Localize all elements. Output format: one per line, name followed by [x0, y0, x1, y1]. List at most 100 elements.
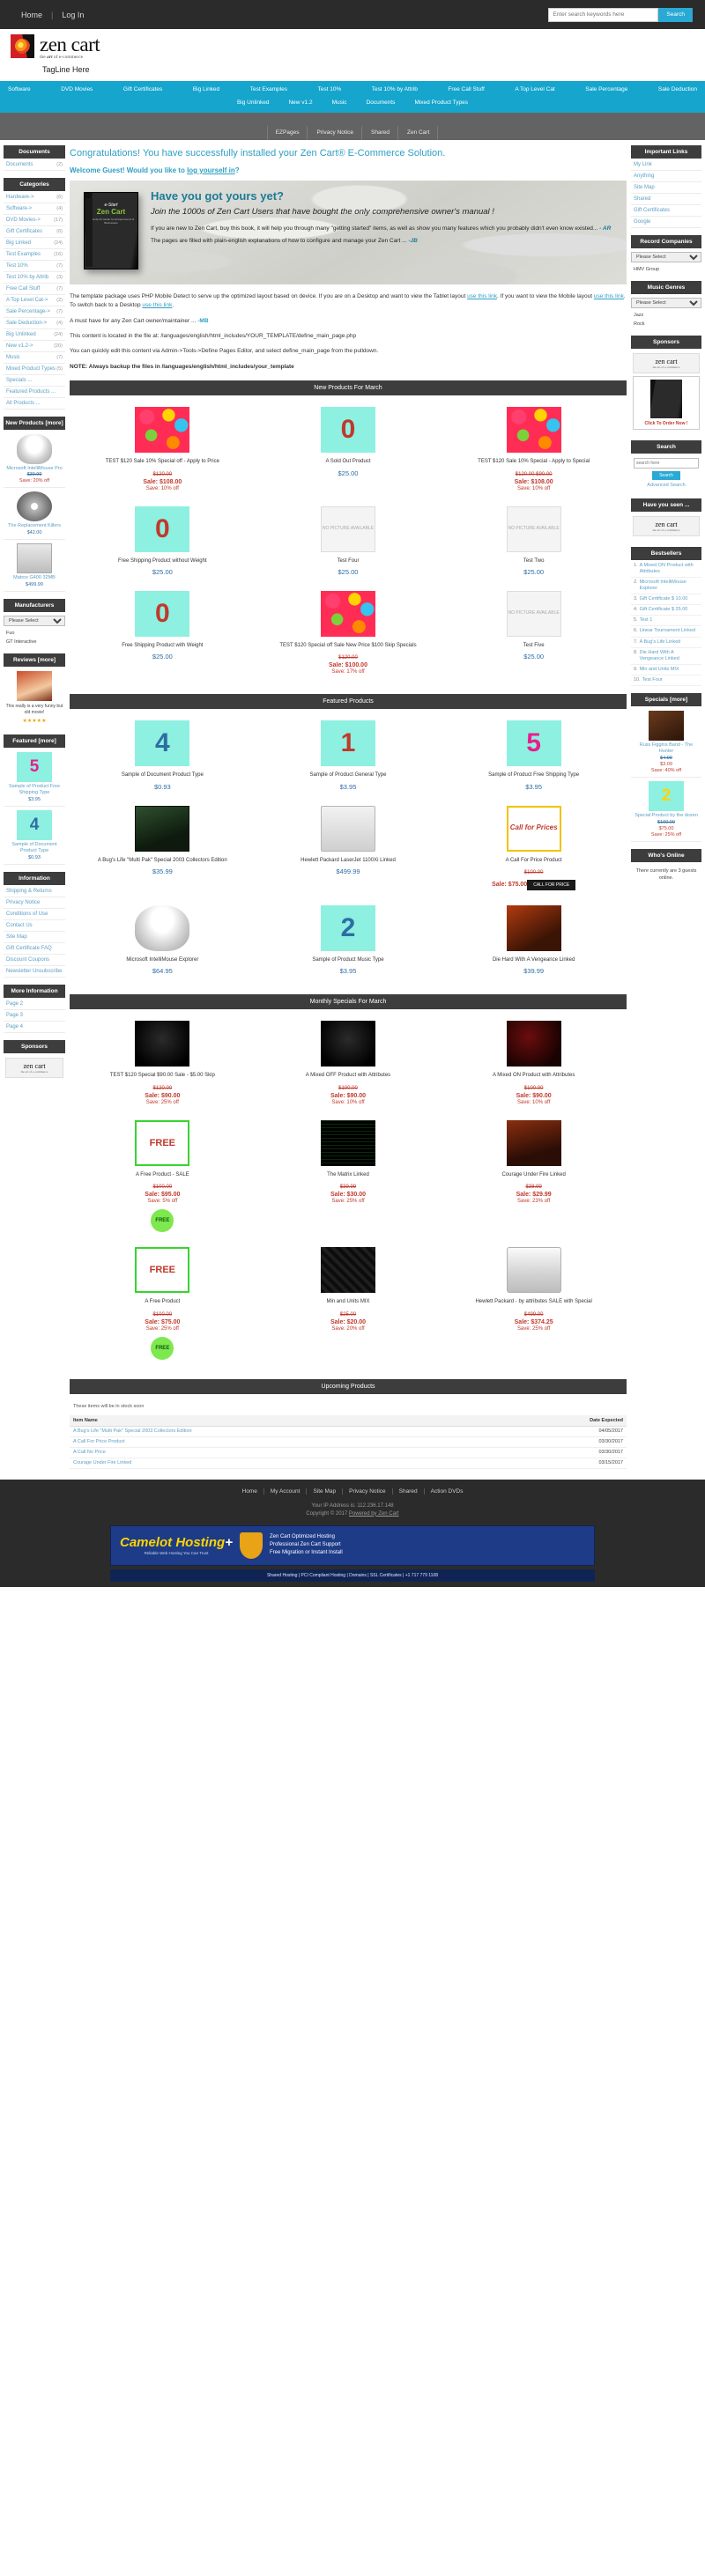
nav-link-dvd-movies[interactable]: DVD Movies [58, 85, 95, 94]
footer-link-action-dvds[interactable]: Action DVDs [425, 1488, 470, 1495]
ezpage-link-ezpages[interactable]: EZPages [266, 125, 308, 140]
sidebar-item-dvd-movies-[interactable]: DVD Movies-> (17) [4, 215, 65, 226]
order-cta-text[interactable]: Click To Order Now ! [636, 421, 696, 426]
list-item[interactable]: 5. Test 1 [631, 616, 701, 627]
call-for-price-button[interactable]: CALL FOR PRICE [527, 880, 576, 891]
table-row[interactable]: A Call No Price 03/30/2017 [70, 1447, 627, 1458]
product-name[interactable]: Test Five [444, 642, 623, 649]
promo-banner-footer[interactable]: Camelot Hosting+ Reliable Web Hosting Yo… [110, 1524, 595, 1566]
product-card[interactable]: 4 Sample of Document Product Type $0.93 [70, 716, 256, 801]
footer-link-site-map[interactable]: Site Map [307, 1487, 344, 1495]
sidebar-item-page-4[interactable]: Page 4 [4, 1022, 65, 1033]
sidebar-item-shipping-returns[interactable]: Shipping & Returns [4, 886, 65, 897]
sidebar-item-a-top-level-cat-[interactable]: A Top Level Cat-> (2) [4, 295, 65, 306]
product-name[interactable]: TEST $120 Sale 10% Special - Apply to Sp… [444, 458, 623, 465]
sidebar-item-test-10-[interactable]: Test 10% (7) [4, 261, 65, 272]
product-name[interactable]: Sample of Product Music Type [259, 956, 438, 963]
list-item[interactable]: 6. Linear Tournament Linked [631, 626, 701, 638]
product-name[interactable]: TEST $120 Special $90.00 Sale - $5.00 Sk… [73, 1072, 252, 1079]
nav-link-test-10-[interactable]: Test 10% [315, 85, 345, 94]
table-row[interactable]: A Call For Price Product 03/30/2017 [70, 1436, 627, 1448]
sidebar-item-newsletter-unsubscribe[interactable]: Newsletter Unsubscribe [4, 966, 65, 978]
product-name[interactable]: A Call For Price Product [444, 857, 623, 864]
sidebar-item-privacy-notice[interactable]: Privacy Notice [4, 897, 65, 909]
sidebar-item-big-unlinked[interactable]: Big Unlinked (24) [4, 329, 65, 341]
nav-link-a-top-level-cat[interactable]: A Top Level Cat [512, 85, 557, 94]
nav-link-documents[interactable]: Documents [364, 98, 398, 107]
bestseller-name[interactable]: Die Hard With A Vengeance Linked [640, 650, 699, 662]
product-card[interactable]: A Mixed ON Product with Attributes $100.0… [441, 1016, 627, 1115]
footer-link-my-account[interactable]: My Account [264, 1487, 308, 1495]
hys-item[interactable]: zen cart the art of e-commerce [631, 512, 701, 540]
list-item[interactable]: The Replacement Killers $42.00 [4, 488, 65, 541]
footer-link-shared[interactable]: Shared [393, 1487, 425, 1495]
sidebox-reviews-header[interactable]: Reviews [more] [4, 653, 65, 668]
list-item[interactable]: 5 Sample of Product Free Shipping Type $… [4, 749, 65, 807]
nav-link-software[interactable]: Software [5, 85, 33, 94]
nav-link-sale-deduction[interactable]: Sale Deduction [656, 85, 700, 94]
login-link[interactable]: log yourself in [187, 166, 235, 174]
sidebar-item-test-10-by-attrib[interactable]: Test 10% by Attrib (3) [4, 272, 65, 284]
product-card[interactable]: FREE A Free Product - SALE $100.00 Sale: $9… [70, 1116, 256, 1243]
product-name[interactable]: Test Four [259, 557, 438, 565]
sidebar-item-sale-deduction-[interactable]: Sale Deduction-> (4) [4, 318, 65, 329]
sidebar-item-mixed-product-types[interactable]: Mixed Product Types (5) [4, 364, 65, 375]
nav-link-test-examples[interactable]: Test Examples [248, 85, 290, 94]
sidebar-item-anything[interactable]: Anything [631, 171, 701, 182]
order-book-banner[interactable]: Click To Order Now ! [633, 375, 700, 430]
bestseller-name[interactable]: Linear Tournament Linked [640, 628, 696, 634]
bestseller-name[interactable]: A Mixed ON Product with Attributes [640, 563, 699, 575]
product-card[interactable]: NO PICTURE AVAILABLE Test Five $25.00 [441, 587, 627, 685]
sidebar-item-gift-certificates[interactable]: Gift Certificates [631, 205, 701, 217]
list-item[interactable]: Russ Figgins Band - The Hunter $4.99 $3.… [631, 707, 701, 779]
list-item[interactable]: 7. A Bug's Life Linked [631, 638, 701, 648]
product-card[interactable]: The Matrix Linked $39.99 Sale: $30.00 Save:… [256, 1116, 442, 1243]
product-name[interactable]: Sample of Document Product Type [73, 771, 252, 779]
table-row[interactable]: Courage Under Fire Linked 03/15/2017 [70, 1458, 627, 1469]
product-card[interactable]: A Bug's Life "Multi Pak" Special 2003 Co… [70, 801, 256, 901]
sidebar-item-hardware-[interactable]: Hardware-> (6) [4, 192, 65, 203]
product-name[interactable]: Sample of Product Free Shipping Type [444, 771, 623, 779]
bestseller-name[interactable]: Test Four [642, 677, 663, 683]
sidebar-item-my-link[interactable]: My Link [631, 159, 701, 171]
sidebar-item-contact-us[interactable]: Contact Us [4, 920, 65, 932]
sidebar-item-google[interactable]: Google [631, 217, 701, 228]
footer-link-home[interactable]: Home [236, 1487, 264, 1495]
sidebar-item-discount-coupons[interactable]: Discount Coupons [4, 955, 65, 966]
product-card[interactable]: 0 A Sold Out Product $25.00 [256, 402, 442, 501]
bestseller-name[interactable]: Gift Certificate $ 25.00 [640, 607, 688, 613]
sidebar-item-free-call-stuff[interactable]: Free Call Stuff (7) [4, 284, 65, 295]
nav-link-big-linked[interactable]: Big Linked [190, 85, 222, 94]
product-name[interactable]: Sample of Product Free Shipping Type [5, 784, 63, 796]
desktop-layout-link[interactable]: use this link [142, 302, 172, 308]
product-name[interactable]: A Mixed ON Product with Attributes [444, 1072, 623, 1079]
product-card[interactable]: Hewlett Packard LaserJet 1100Xi Linked $4… [256, 801, 442, 901]
product-card[interactable]: 0 Free Shipping Product with Weight $25.00 [70, 587, 256, 685]
sidebar-item-gift-certificate-faq[interactable]: Gift Certificate FAQ [4, 943, 65, 955]
product-card[interactable]: NO PICTURE AVAILABLE Test Four $25.00 [256, 502, 442, 587]
product-card[interactable]: Hewlett Packard - by attributes SALE wit… [441, 1243, 627, 1369]
sponsor-banner[interactable]: zen cart the art of e-commerce [4, 1053, 65, 1081]
product-card[interactable]: 1 Sample of Product General Type $3.95 [256, 716, 442, 801]
list-item[interactable]: 9. Min and Units MIX [631, 665, 701, 676]
sidebar-item-page-3[interactable]: Page 3 [4, 1010, 65, 1022]
manufacturers-select[interactable]: Please SelectFuoGT Interactive [4, 616, 65, 627]
genre-item-2[interactable]: Rock [631, 320, 701, 328]
product-card[interactable]: Microsoft IntelliMouse Explorer $64.95 [70, 901, 256, 985]
list-item[interactable]: 10. Test Four [631, 675, 701, 687]
product-name[interactable]: A Sold Out Product [259, 458, 438, 465]
review-item[interactable]: This really is a very funny but old movi… [4, 668, 65, 728]
nav-link-big-unlinked[interactable]: Big Unlinked [234, 98, 272, 107]
upcoming-product-name[interactable]: A Call For Price Product [70, 1436, 492, 1448]
product-name[interactable]: A Free Product [73, 1298, 252, 1305]
product-card[interactable]: 0 Free Shipping Product without Weight $25… [70, 502, 256, 587]
sidebox-specials-header[interactable]: Specials [more] [631, 693, 701, 707]
tablet-layout-link[interactable]: use this link [467, 293, 497, 299]
product-card[interactable]: Courage Under Fire Linked $38.99 Sale: $29… [441, 1116, 627, 1243]
product-card[interactable]: 2 Sample of Product Music Type $3.95 [256, 901, 442, 985]
product-card[interactable]: Min and Units MIX $25.00 Sale: $20.00 Save:… [256, 1243, 442, 1369]
product-name[interactable]: Free Shipping Product without Weight [73, 557, 252, 565]
sidebar-item-sale-percentage-[interactable]: Sale Percentage-> (7) [4, 306, 65, 318]
list-item[interactable]: 4 Sample of Document Product Type $0.93 [4, 807, 65, 865]
sidebar-item-page-2[interactable]: Page 2 [4, 999, 65, 1010]
